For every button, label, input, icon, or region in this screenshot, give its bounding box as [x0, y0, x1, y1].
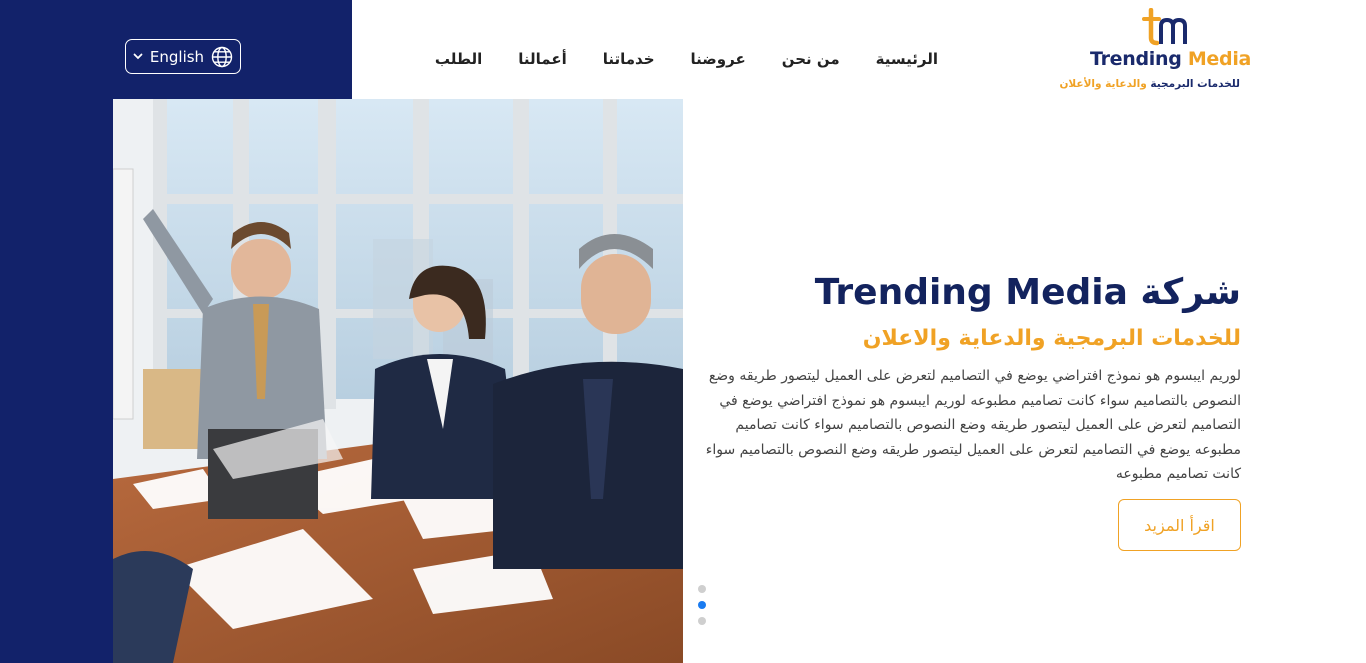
slider-dot[interactable] [698, 585, 706, 593]
nav-about[interactable]: من نحن [782, 48, 840, 70]
slider-dots [698, 585, 706, 625]
main-nav: الرئيسية من نحن عروضنا خدماتنا أعمالنا ا… [435, 48, 938, 70]
nav-works[interactable]: أعمالنا [518, 48, 566, 70]
hero-description: لوريم ايبسوم هو نموذج افتراضي يوضع في ال… [705, 368, 1241, 482]
logo-mark [1142, 8, 1187, 46]
logo-tagline: للخدمات البرمجية والدعاية والأعلان [1059, 78, 1240, 90]
nav-order[interactable]: الطلب [435, 48, 482, 70]
hero-subtitle: للخدمات البرمجية والدعاية والاعلان [862, 326, 1241, 351]
read-more-button[interactable]: اقرأ المزيد [1118, 499, 1241, 551]
hero-image [113, 99, 683, 663]
globe-icon [211, 46, 233, 68]
slider-dot[interactable] [698, 617, 706, 625]
brand-logo[interactable]: Trending Media للخدمات البرمجية والدعاية… [1059, 8, 1251, 94]
nav-services[interactable]: خدماتنا [603, 48, 655, 70]
nav-offers[interactable]: عروضنا [691, 48, 746, 70]
logo-wordmark: Trending Media [1090, 48, 1252, 70]
language-label: English [149, 47, 205, 66]
chevron-down-icon [133, 53, 143, 60]
slider-dot-active[interactable] [698, 601, 706, 609]
hero-title: شركة Trending Media [814, 272, 1241, 313]
nav-home[interactable]: الرئيسية [876, 48, 938, 70]
language-switcher[interactable]: English [125, 39, 241, 74]
